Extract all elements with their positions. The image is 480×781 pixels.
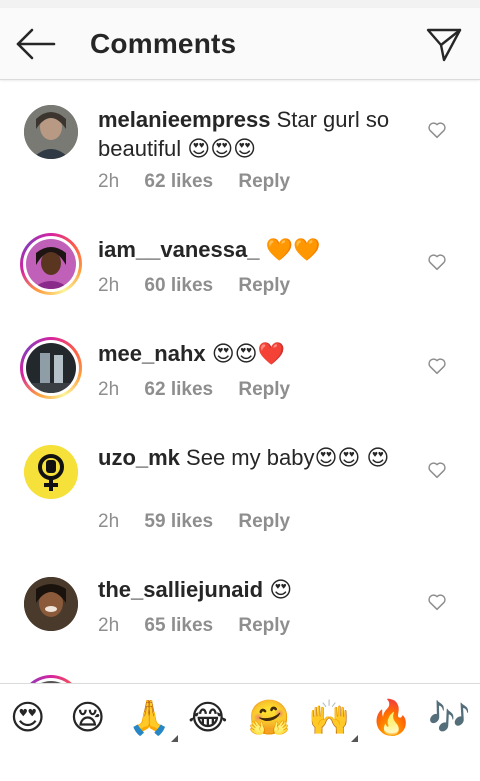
- comment-meta: 2h 62 likes Reply: [98, 379, 310, 401]
- comment-username[interactable]: the_salliejunaid: [98, 577, 263, 602]
- heart-icon[interactable]: [426, 591, 448, 613]
- comment-meta: 2h 65 likes Reply: [98, 615, 310, 637]
- emoji-joy-button[interactable]: 😂: [188, 698, 228, 738]
- comment-text: iam__vanessa_ 🧡🧡: [98, 235, 414, 264]
- skin-tone-indicator-icon: [171, 735, 179, 742]
- raised-hands-icon: 🙌: [308, 698, 351, 738]
- avatar-photo: [26, 343, 76, 393]
- female-symbol-fist-icon: [24, 445, 78, 499]
- avatar: [26, 343, 76, 393]
- heart-icon[interactable]: [426, 119, 448, 141]
- comment-username[interactable]: mee_nahx: [98, 341, 206, 366]
- comment-time: 2h: [98, 511, 120, 532]
- avatar: [26, 239, 76, 289]
- comment-likes[interactable]: 59 likes: [144, 511, 213, 532]
- comment-username[interactable]: iam__vanessa_: [98, 237, 259, 262]
- comment-likes[interactable]: 60 likes: [144, 275, 213, 296]
- status-bar: [0, 0, 480, 8]
- comment-meta: 2h 62 likes Reply: [98, 171, 310, 193]
- comment-text: uzo_mk See my baby😍😍 😍: [98, 443, 414, 472]
- comment-likes[interactable]: 62 likes: [144, 379, 213, 400]
- paper-plane-icon: [426, 28, 462, 62]
- avatar[interactable]: [24, 105, 78, 159]
- pray-icon: 🙏: [128, 698, 171, 738]
- comment-body: 😍😍❤️: [211, 341, 286, 366]
- comment-likes[interactable]: 62 likes: [144, 171, 213, 192]
- emoji-fire-button[interactable]: 🔥: [370, 698, 412, 738]
- emoji-sleepy-button[interactable]: 😪: [70, 698, 105, 738]
- avatar-photo: [26, 239, 76, 289]
- comment-time: 2h: [98, 275, 120, 296]
- comment-username[interactable]: melanieempress: [98, 107, 270, 132]
- bottom-area: [0, 757, 480, 781]
- comments-header: Comments: [0, 8, 480, 80]
- emoji-music-notes-button[interactable]: 🎶: [428, 698, 470, 738]
- heart-icon[interactable]: [426, 251, 448, 273]
- comment-meta: 2h 60 likes Reply: [98, 275, 310, 297]
- comment-text: mee_nahx 😍😍❤️: [98, 339, 414, 368]
- comment-likes[interactable]: 65 likes: [144, 615, 213, 636]
- reply-button[interactable]: Reply: [238, 379, 290, 400]
- emoji-pray-button[interactable]: 🙏: [128, 698, 179, 742]
- reply-button[interactable]: Reply: [238, 511, 290, 532]
- avatar-story-ring[interactable]: [20, 675, 82, 683]
- arrow-left-icon: [16, 28, 56, 60]
- reply-button[interactable]: Reply: [238, 275, 290, 296]
- comment-body: 🧡🧡: [265, 237, 321, 262]
- comments-list[interactable]: melanieempress Star gurl so beautiful 😍😍…: [0, 81, 480, 683]
- avatar-photo: [24, 577, 78, 631]
- emoji-heart-eyes-button[interactable]: 😍: [10, 698, 45, 738]
- emoji-hug-button[interactable]: 🤗: [248, 698, 290, 738]
- avatar[interactable]: [24, 577, 78, 631]
- heart-icon[interactable]: [426, 459, 448, 481]
- emoji-quick-bar: 😍 😪 🙏 😂 🤗 🙌 🔥 🎶: [0, 683, 480, 757]
- emoji-raised-hands-button[interactable]: 🙌: [308, 698, 359, 742]
- avatar-story-ring[interactable]: [20, 337, 82, 399]
- comment-time: 2h: [98, 615, 120, 636]
- page-title: Comments: [90, 28, 237, 59]
- comment-text: the_salliejunaid 😍: [98, 575, 414, 604]
- comment-meta: 2h 59 likes Reply: [98, 511, 310, 533]
- avatar-photo: [24, 105, 78, 159]
- comment-username[interactable]: uzo_mk: [98, 445, 180, 470]
- comment-time: 2h: [98, 171, 120, 192]
- reply-button[interactable]: Reply: [238, 171, 290, 192]
- reply-button[interactable]: Reply: [238, 615, 290, 636]
- comment-time: 2h: [98, 379, 120, 400]
- share-button[interactable]: [424, 24, 464, 64]
- back-button[interactable]: [14, 26, 58, 62]
- comment-text: melanieempress Star gurl so beautiful 😍😍…: [98, 105, 414, 163]
- comment-body: See my baby😍😍 😍: [186, 445, 390, 470]
- avatar[interactable]: [24, 445, 78, 499]
- avatar-story-ring[interactable]: [20, 233, 82, 295]
- comment-body: 😍: [269, 577, 293, 602]
- skin-tone-indicator-icon: [351, 735, 359, 742]
- heart-icon[interactable]: [426, 355, 448, 377]
